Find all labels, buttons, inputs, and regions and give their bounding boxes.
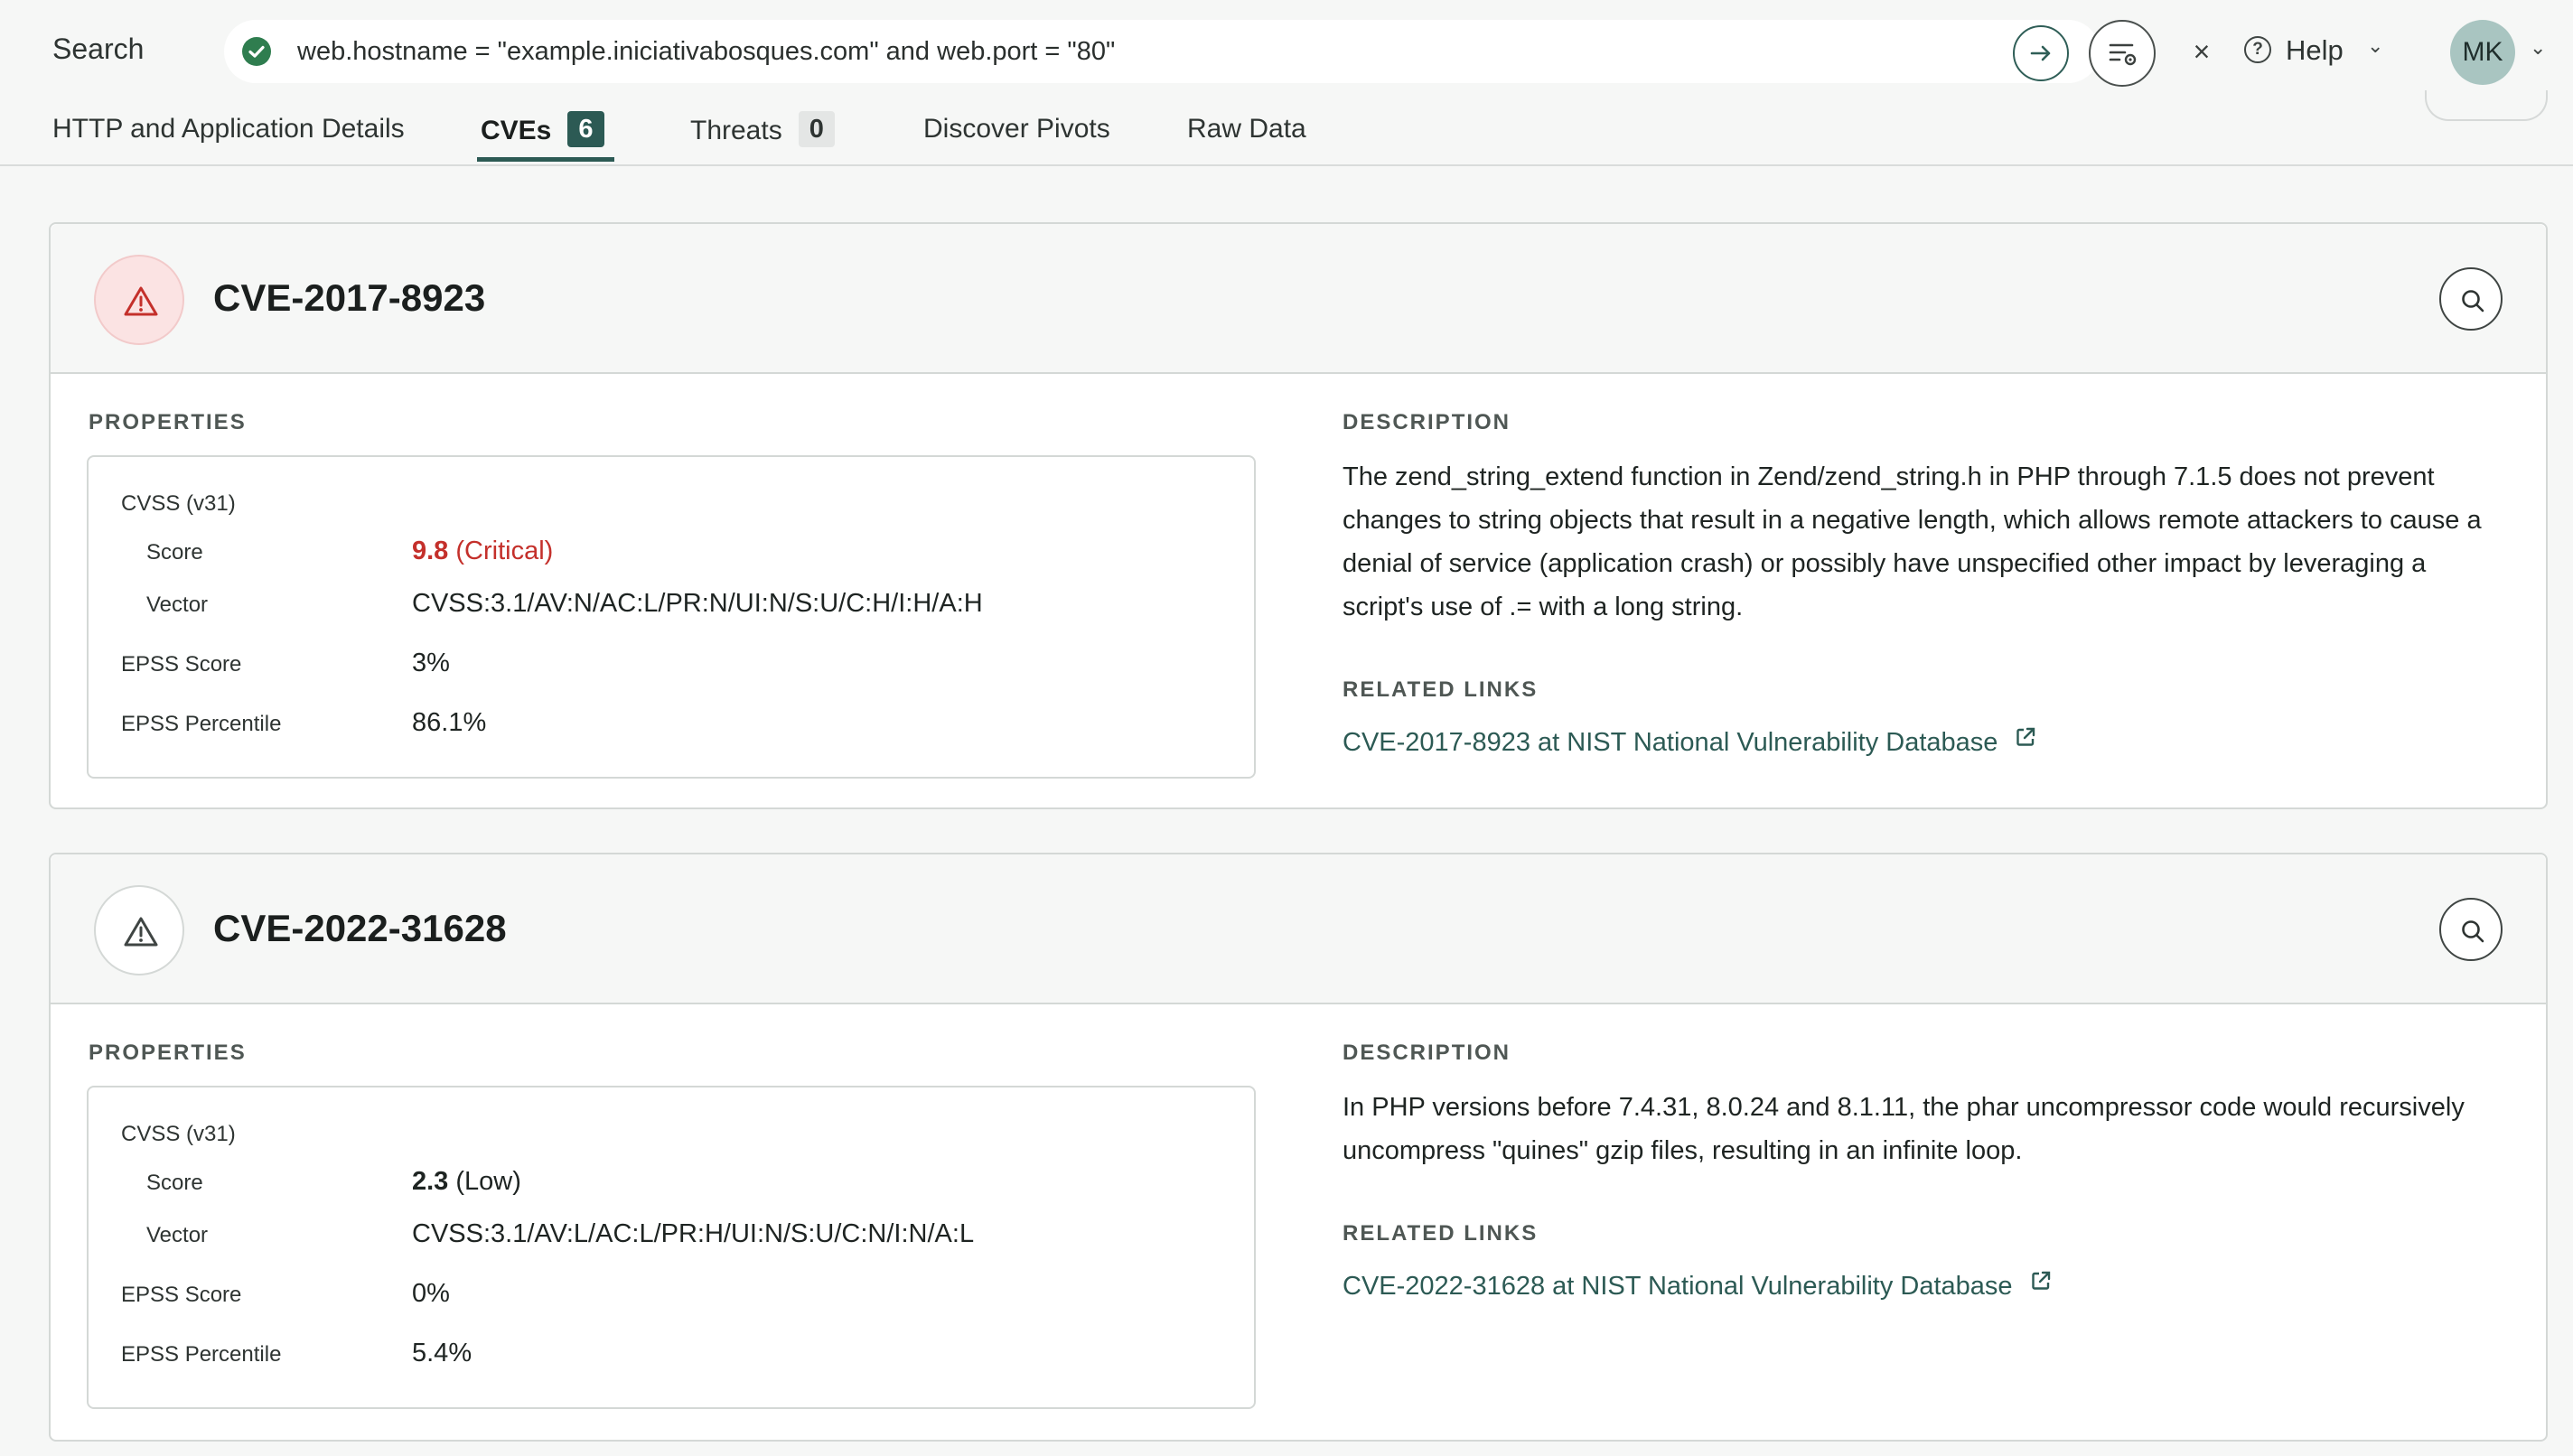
epss-percentile-value: 86.1% [412, 708, 487, 737]
active-tab-indicator [477, 157, 614, 162]
epss-percentile-value: 5.4% [412, 1339, 472, 1367]
properties-panel: CVSS (v31) Score 9.8 (Critical) Vector C… [87, 455, 1256, 779]
warning-triangle-icon [94, 255, 184, 345]
chevron-down-icon: ⌄ [2367, 34, 2384, 57]
tab-label: CVEs [481, 115, 552, 145]
vector-label: Vector [146, 593, 209, 617]
vector-label: Vector [146, 1223, 209, 1247]
search-icon [2462, 920, 2484, 943]
cve-id: CVE-2022-31628 [213, 907, 507, 949]
cve-card: CVE-2017-8923 PROPERTIES CVSS (v31) Scor… [49, 222, 2548, 809]
top-bar: Search web.hostname = "example.iniciativ… [0, 0, 2573, 121]
cvss-vector-value: CVSS:3.1/AV:L/AC:L/PR:H/UI:N/S:U/C:N/I:N… [412, 1219, 975, 1248]
search-cve-button[interactable] [2439, 267, 2503, 331]
score-rating: (Critical) [455, 537, 554, 565]
tab-label: Raw Data [1187, 114, 1306, 144]
cvss-score-value: 2.3 (Low) [412, 1167, 521, 1197]
external-link-icon [2029, 1269, 2053, 1300]
nvd-link[interactable]: CVE-2022-31628 at NIST National Vulnerab… [1343, 1272, 2053, 1302]
cve-card-header: CVE-2017-8923 [51, 224, 2546, 374]
cve-description: The zend_string_extend function in Zend/… [1343, 462, 2482, 621]
run-search-button[interactable] [2013, 25, 2069, 81]
arrow-right-icon [2030, 45, 2051, 61]
search-label: Search [52, 33, 145, 65]
tab-http-details[interactable]: HTTP and Application Details [52, 114, 405, 145]
score-label: Score [146, 1171, 203, 1195]
score-number: 2.3 [412, 1167, 449, 1196]
tab-bar: HTTP and Application Details CVEs 6 Threa… [0, 107, 2573, 166]
warning-triangle-icon [94, 885, 184, 975]
search-query-text[interactable]: web.hostname = "example.iniciativabosque… [297, 37, 1115, 67]
search-input[interactable]: web.hostname = "example.iniciativabosque… [224, 20, 2210, 83]
tab-label: HTTP and Application Details [52, 114, 405, 144]
cve-card-header: CVE-2022-31628 [51, 854, 2546, 1004]
help-circle-icon: ? [2244, 36, 2271, 63]
epss-score-label: EPSS Score [121, 1283, 242, 1307]
score-rating: (Low) [455, 1167, 521, 1196]
tab-raw-data[interactable]: Raw Data [1187, 114, 1306, 145]
epss-score-value: 3% [412, 649, 450, 677]
check-circle-icon [242, 37, 271, 66]
score-label: Score [146, 540, 203, 565]
search-icon [2462, 290, 2484, 313]
search-cve-button[interactable] [2439, 898, 2503, 961]
epss-score-value: 0% [412, 1279, 450, 1308]
cvss-score-value: 9.8 (Critical) [412, 537, 553, 566]
nvd-link[interactable]: CVE-2017-8923 at NIST National Vulnerabi… [1343, 728, 2037, 759]
query-settings-button[interactable] [2089, 20, 2156, 87]
tab-cves[interactable]: CVEs 6 [481, 111, 604, 150]
description-heading: DESCRIPTION [1343, 1041, 1511, 1065]
properties-heading: PROPERTIES [89, 1041, 247, 1065]
cvss-group-label: CVSS (v31) [121, 491, 236, 516]
nvd-link-text[interactable]: CVE-2022-31628 at NIST National Vulnerab… [1343, 1272, 2013, 1301]
cvss-vector-value: CVSS:3.1/AV:N/AC:L/PR:N/UI:N/S:U/C:H/I:H… [412, 589, 983, 618]
related-links-heading: RELATED LINKS [1343, 1221, 1539, 1246]
epss-percentile-label: EPSS Percentile [121, 1342, 282, 1367]
cve-card: CVE-2022-31628 PROPERTIES CVSS (v31) Sco… [49, 853, 2548, 1442]
list-settings-icon [2109, 43, 2137, 66]
clear-icon[interactable]: × [2188, 37, 2215, 66]
external-link-icon [2014, 725, 2037, 756]
count-badge: 0 [798, 111, 835, 147]
cvss-group-label: CVSS (v31) [121, 1122, 236, 1146]
avatar[interactable]: MK [2450, 20, 2515, 85]
nvd-link-text[interactable]: CVE-2017-8923 at NIST National Vulnerabi… [1343, 728, 1998, 757]
related-links-heading: RELATED LINKS [1343, 677, 1539, 702]
tab-label: Threats [690, 115, 782, 145]
properties-heading: PROPERTIES [89, 410, 247, 434]
epss-score-label: EPSS Score [121, 652, 242, 677]
score-number: 9.8 [412, 537, 449, 565]
description-heading: DESCRIPTION [1343, 410, 1511, 434]
cve-description: In PHP versions before 7.4.31, 8.0.24 an… [1343, 1093, 2465, 1165]
count-badge: 6 [567, 111, 604, 147]
tab-discover-pivots[interactable]: Discover Pivots [923, 114, 1110, 145]
cve-id: CVE-2017-8923 [213, 276, 486, 319]
properties-panel: CVSS (v31) Score 2.3 (Low) Vector CVSS:3… [87, 1086, 1256, 1409]
tab-label: Discover Pivots [923, 114, 1110, 144]
epss-percentile-label: EPSS Percentile [121, 712, 282, 736]
help-label: Help [2286, 34, 2344, 66]
tab-threats[interactable]: Threats 0 [690, 111, 835, 150]
chevron-down-icon[interactable]: ⌄ [2530, 36, 2546, 60]
